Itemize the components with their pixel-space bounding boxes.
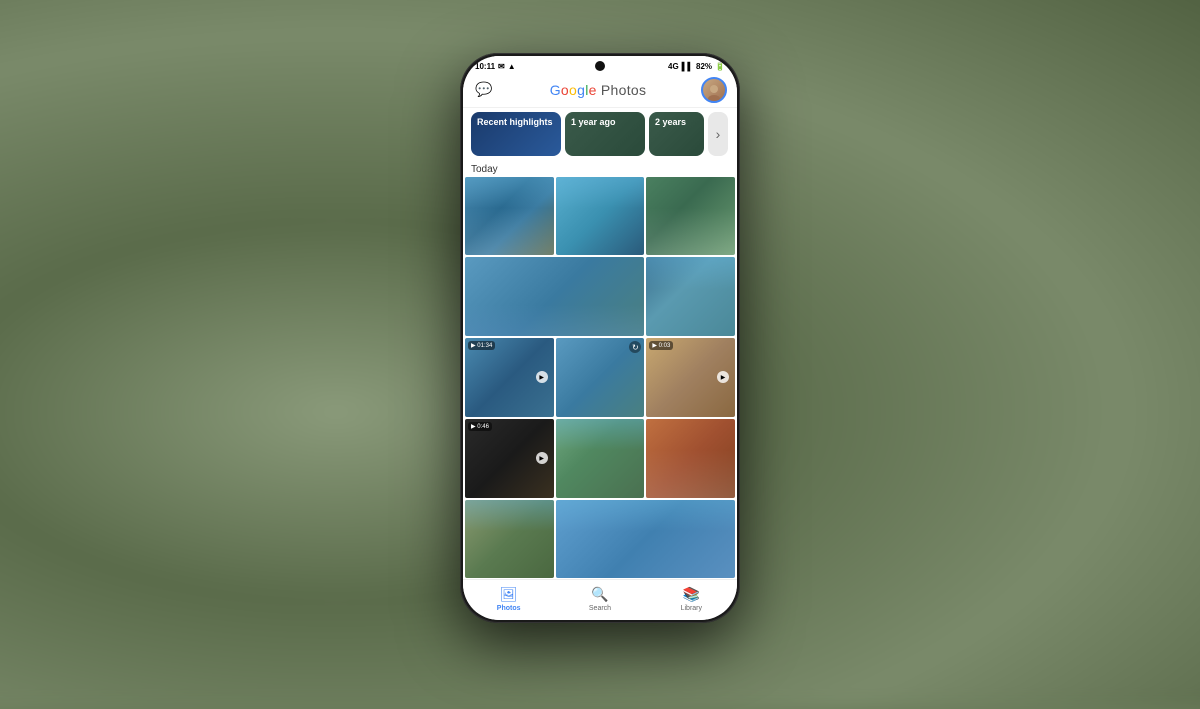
title-e: e	[589, 82, 597, 98]
title-o1: o	[561, 82, 569, 98]
nav-library[interactable]: 📚 Library	[646, 586, 737, 612]
user-avatar[interactable]	[701, 77, 727, 103]
photos-nav-label: Photos	[497, 605, 521, 612]
memory-card-1year-label: 1 year ago	[565, 112, 645, 133]
sky-overlay-p12	[465, 500, 554, 532]
photo-cell-p11[interactable]	[646, 419, 735, 498]
title-o2: o	[569, 82, 577, 98]
memory-card-2year[interactable]: 2 years	[649, 112, 704, 156]
arch-overlay-p11	[646, 450, 735, 497]
photos-nav-icon: 🖼	[500, 586, 518, 603]
battery-icon: 🔋	[715, 62, 725, 71]
photo-cell-p8[interactable]: ▶ 0:03 ▶	[646, 338, 735, 417]
photo-row-4: ▶ 0:46 ▶	[465, 419, 735, 498]
photo-cell-p5[interactable]	[646, 257, 735, 336]
video-badge-p9: ▶ 0:46	[468, 422, 492, 431]
nav-search[interactable]: 🔍 Search	[554, 586, 645, 612]
photo-cell-p10[interactable]	[556, 419, 645, 498]
photo-cell-p3[interactable]	[646, 177, 735, 256]
status-left: 10:11 ✉ ▲	[475, 62, 516, 71]
nav-photos[interactable]: 🖼 Photos	[463, 586, 554, 612]
photo-row-2	[465, 257, 735, 336]
network-label: 4G	[668, 62, 679, 71]
memory-card-recent[interactable]: Recent highlights	[471, 112, 561, 156]
photo-cell-p7[interactable]: ↻	[556, 338, 645, 417]
photo-cell-p2[interactable]	[556, 177, 645, 256]
sky-overlay-p13	[556, 500, 735, 532]
camera-hole	[595, 61, 605, 71]
photo-grid: ▶ 01:34 ▶ ↻ ▶ 0:03 ▶ ▶ 0:46 ▶	[463, 177, 737, 579]
bottom-nav: 🖼 Photos 🔍 Search 📚 Library	[463, 579, 737, 620]
photo-cell-p4[interactable]	[465, 257, 644, 336]
library-nav-icon: 📚	[683, 586, 700, 603]
title-rest: Photos	[597, 82, 647, 98]
play-btn-p9[interactable]: ▶	[536, 452, 548, 464]
phone-frame: 10:11 ✉ ▲ 4G ▌▌ 82% 🔋 💬 Google Ph	[460, 53, 740, 623]
memory-card-recent-label: Recent highlights	[471, 112, 561, 133]
sky-overlay-p2	[556, 177, 645, 209]
search-nav-icon: 🔍	[591, 586, 608, 603]
photo-row-3: ▶ 01:34 ▶ ↻ ▶ 0:03 ▶	[465, 338, 735, 417]
signal-icon: ▌▌	[682, 62, 693, 71]
photo-cell-p1[interactable]	[465, 177, 554, 256]
phone-body: 10:11 ✉ ▲ 4G ▌▌ 82% 🔋 💬 Google Ph	[460, 53, 740, 623]
mail-icon: ✉	[498, 62, 505, 71]
photo-row-5	[465, 500, 735, 579]
wifi-icon: ▲	[508, 62, 516, 71]
memories-strip: Recent highlights 1 year ago 2 years ›	[463, 108, 737, 160]
app-title: Google Photos	[550, 82, 647, 98]
play-btn-p8[interactable]: ▶	[717, 371, 729, 383]
status-time: 10:11	[475, 62, 495, 71]
library-nav-label: Library	[681, 605, 702, 612]
status-right: 4G ▌▌ 82% 🔋	[668, 62, 725, 71]
arch-overlay-p1	[465, 208, 554, 255]
phone-screen: 10:11 ✉ ▲ 4G ▌▌ 82% 🔋 💬 Google Ph	[463, 56, 737, 620]
video-badge-p6: ▶ 01:34	[468, 341, 495, 350]
battery-label: 82%	[696, 62, 712, 71]
video-badge-p8: ▶ 0:03	[649, 341, 673, 350]
motion-icon-p7: ↻	[629, 341, 641, 353]
sky-overlay-p5	[646, 257, 735, 289]
photo-cell-p9[interactable]: ▶ 0:46 ▶	[465, 419, 554, 498]
message-button[interactable]: 💬	[473, 79, 495, 101]
search-nav-label: Search	[589, 605, 611, 612]
sky-overlay-p1	[465, 177, 554, 209]
title-g: G	[550, 82, 561, 98]
photo-row-1	[465, 177, 735, 256]
sky-overlay-p10	[556, 419, 645, 451]
water-overlay-p4	[465, 305, 644, 337]
memory-card-2year-label: 2 years	[649, 112, 704, 133]
message-icon: 💬	[475, 81, 492, 98]
memory-more-button[interactable]: ›	[708, 112, 728, 156]
arch-overlay-p3	[646, 208, 735, 255]
memory-card-1year[interactable]: 1 year ago	[565, 112, 645, 156]
play-btn-p6[interactable]: ▶	[536, 371, 548, 383]
photo-cell-p12[interactable]	[465, 500, 554, 579]
app-header: 💬 Google Photos	[463, 73, 737, 108]
photo-cell-p13[interactable]	[556, 500, 735, 579]
section-today-label: Today	[463, 160, 737, 177]
photo-cell-p6[interactable]: ▶ 01:34 ▶	[465, 338, 554, 417]
title-g2: g	[577, 82, 585, 98]
